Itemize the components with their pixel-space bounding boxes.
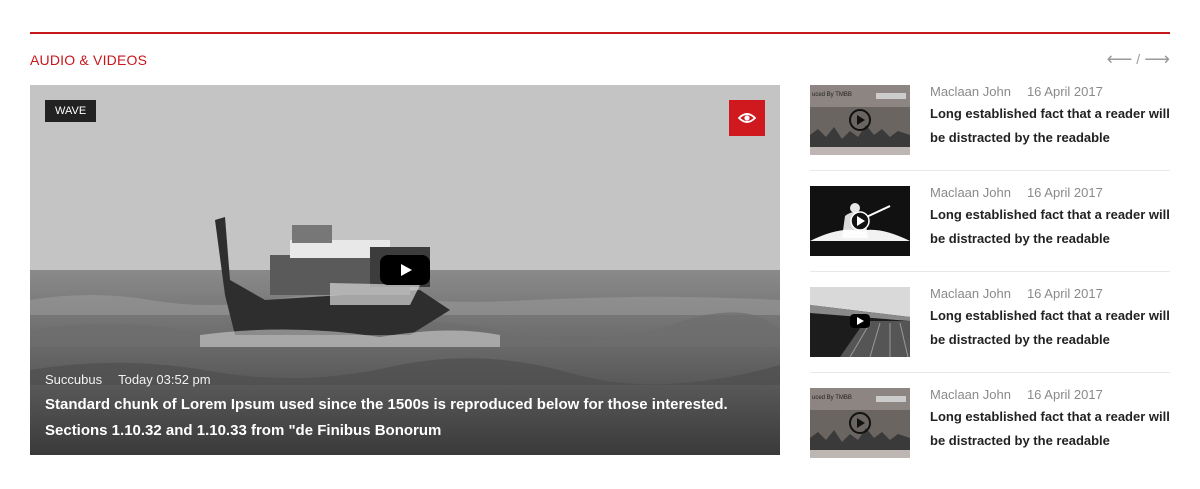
- section-title: AUDIO & VIDEOS: [30, 52, 148, 68]
- thumbnail-caption: uced By TMBB: [812, 92, 852, 98]
- category-tag[interactable]: WAVE: [45, 100, 97, 122]
- item-meta: Maclaan John 16 April 2017: [930, 84, 1103, 99]
- item-title[interactable]: Long established fact that a reader will…: [930, 203, 1175, 251]
- pier-bw-image: [810, 287, 910, 357]
- item-title[interactable]: Long established fact that a reader will…: [930, 304, 1175, 352]
- thumbnail-caption: uced By TMBB: [812, 395, 852, 401]
- player-screenshot-image: uced By TMBB: [810, 388, 910, 458]
- carousel-nav: ⟵ / ⟶: [1106, 50, 1170, 68]
- divider: [810, 372, 1170, 373]
- item-date: 16 April 2017: [1026, 286, 1103, 301]
- play-icon: [401, 264, 412, 276]
- item-meta: Maclaan John 16 April 2017: [930, 286, 1103, 301]
- view-button[interactable]: [729, 100, 765, 136]
- video-thumbnail[interactable]: uced By TMBB: [810, 85, 910, 155]
- item-date: 16 April 2017: [1026, 185, 1103, 200]
- item-author[interactable]: Maclaan John: [930, 84, 1011, 99]
- featured-title[interactable]: Standard chunk of Lorem Ipsum used since…: [45, 392, 745, 444]
- item-meta: Maclaan John 16 April 2017: [930, 185, 1103, 200]
- play-button[interactable]: [380, 255, 430, 285]
- item-title[interactable]: Long established fact that a reader will…: [930, 102, 1175, 150]
- next-arrow-icon[interactable]: ⟶: [1144, 50, 1170, 68]
- item-date: 16 April 2017: [1026, 387, 1103, 402]
- divider: [810, 170, 1170, 171]
- section-top-rule: [30, 32, 1170, 34]
- featured-video[interactable]: WAVE Succubus Today 03:52 pm Standard ch…: [30, 85, 780, 455]
- featured-author[interactable]: Succubus: [45, 372, 102, 387]
- item-date: 16 April 2017: [1026, 84, 1103, 99]
- prev-arrow-icon[interactable]: ⟵: [1106, 50, 1132, 68]
- nav-separator: /: [1136, 51, 1141, 67]
- guitarist-silhouette-image: [810, 186, 910, 256]
- video-thumbnail[interactable]: uced By TMBB: [810, 388, 910, 458]
- list-item: uced By TMBB Maclaan John 16 April 2017 …: [810, 84, 1170, 165]
- list-item: uced By TMBB Maclaan John 16 April 2017 …: [810, 387, 1170, 468]
- list-item: Maclaan John 16 April 2017 Long establis…: [810, 286, 1170, 367]
- item-author[interactable]: Maclaan John: [930, 185, 1011, 200]
- item-title[interactable]: Long established fact that a reader will…: [930, 405, 1175, 453]
- featured-meta: Succubus Today 03:52 pm: [45, 372, 211, 387]
- player-screenshot-image: uced By TMBB: [810, 85, 910, 155]
- featured-date: Today 03:52 pm: [118, 372, 211, 387]
- item-author[interactable]: Maclaan John: [930, 387, 1011, 402]
- item-author[interactable]: Maclaan John: [930, 286, 1011, 301]
- eye-icon: [738, 113, 756, 123]
- list-item: Maclaan John 16 April 2017 Long establis…: [810, 185, 1170, 266]
- item-meta: Maclaan John 16 April 2017: [930, 387, 1103, 402]
- divider: [810, 271, 1170, 272]
- video-thumbnail[interactable]: [810, 287, 910, 357]
- video-thumbnail[interactable]: [810, 186, 910, 256]
